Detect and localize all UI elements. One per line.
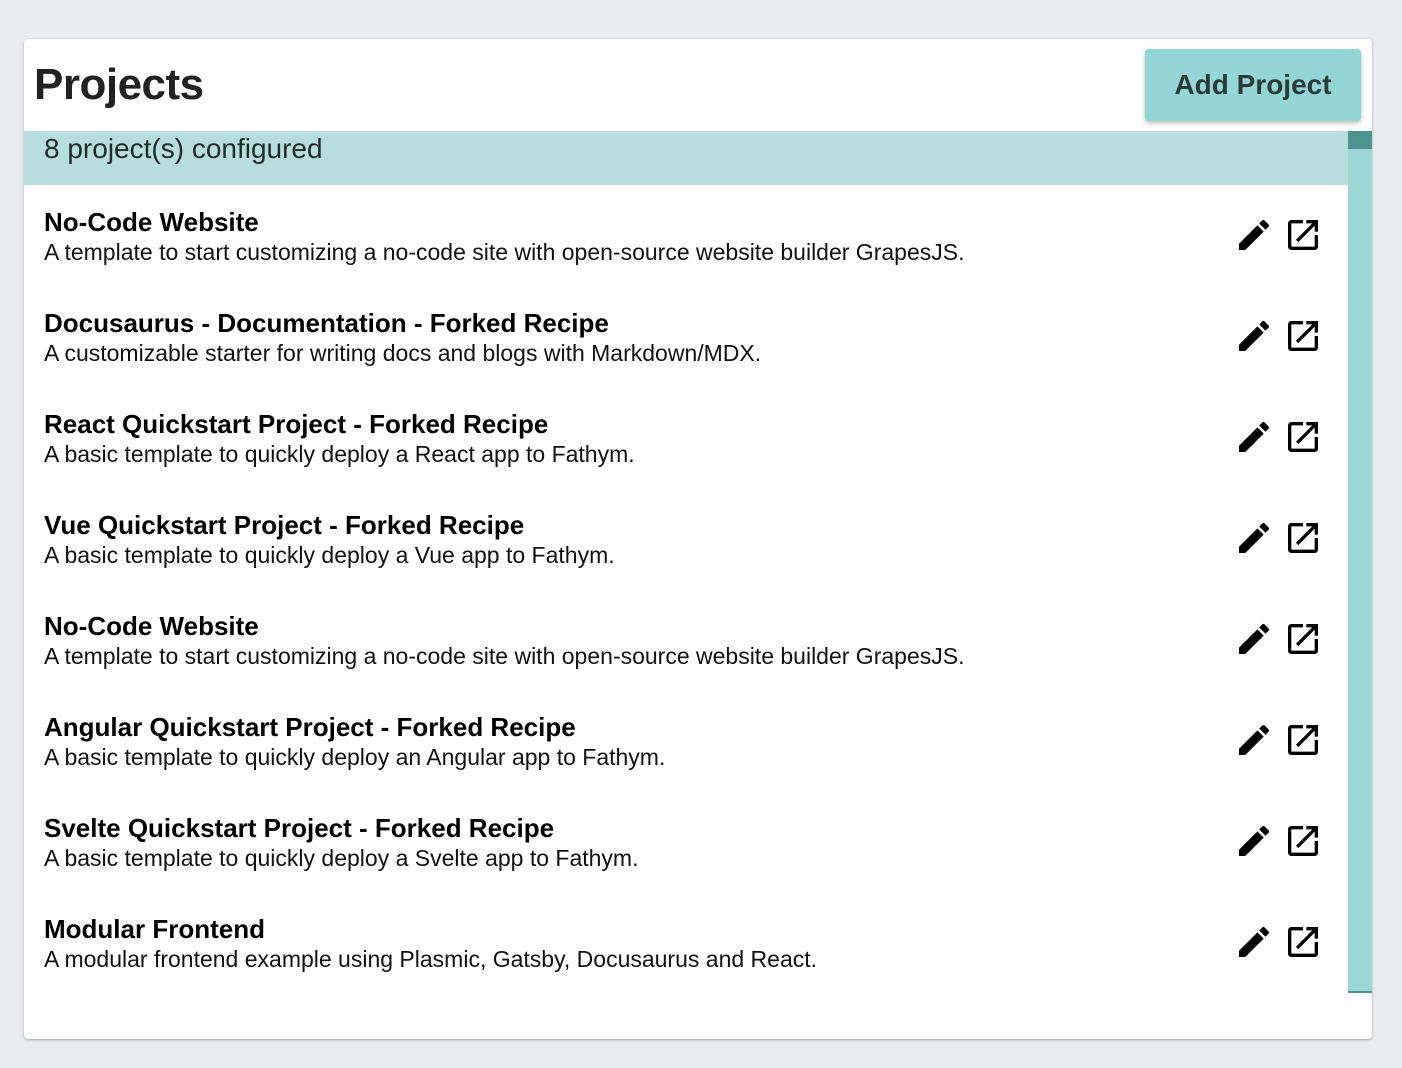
edit-project-button[interactable] xyxy=(1234,215,1274,255)
scrollbar-track[interactable] xyxy=(1348,131,1372,993)
edit-project-button[interactable] xyxy=(1234,922,1274,962)
pencil-icon xyxy=(1239,926,1270,957)
pencil-icon xyxy=(1239,724,1270,755)
project-list: No-Code Website A template to start cust… xyxy=(24,185,1348,993)
project-name: Docusaurus - Documentation - Forked Reci… xyxy=(44,308,609,338)
edit-project-button[interactable] xyxy=(1234,821,1274,861)
project-row: Svelte Quickstart Project - Forked Recip… xyxy=(24,791,1348,892)
open-project-button[interactable] xyxy=(1283,417,1323,457)
project-row: No-Code Website A template to start cust… xyxy=(24,185,1348,286)
project-row: Docusaurus - Documentation - Forked Reci… xyxy=(24,286,1348,387)
project-row: No-Code Website A template to start cust… xyxy=(24,589,1348,690)
open-project-button[interactable] xyxy=(1283,720,1323,760)
projects-card: Projects Add Project 8 project(s) config… xyxy=(24,39,1372,1039)
open-in-new-icon xyxy=(1288,321,1318,351)
edit-project-button[interactable] xyxy=(1234,417,1274,457)
project-count-text: 8 project(s) configured xyxy=(44,133,323,164)
open-project-button[interactable] xyxy=(1283,821,1323,861)
project-name: React Quickstart Project - Forked Recipe xyxy=(44,409,549,439)
project-description: A customizable starter for writing docs … xyxy=(44,340,762,366)
edit-project-button[interactable] xyxy=(1234,619,1274,659)
project-name: No-Code Website xyxy=(44,207,259,237)
open-in-new-icon xyxy=(1288,927,1318,957)
scrollbar-thumb[interactable] xyxy=(1348,131,1372,149)
project-description: A modular frontend example using Plasmic… xyxy=(44,946,818,972)
open-in-new-icon xyxy=(1288,725,1318,755)
project-name: No-Code Website xyxy=(44,611,259,641)
project-name: Svelte Quickstart Project - Forked Recip… xyxy=(44,813,555,843)
project-description: A template to start customizing a no-cod… xyxy=(44,643,965,669)
pencil-icon xyxy=(1239,320,1270,351)
project-row: Modular Frontend A modular frontend exam… xyxy=(24,892,1348,993)
open-project-button[interactable] xyxy=(1283,922,1323,962)
open-project-button[interactable] xyxy=(1283,518,1323,558)
project-description: A basic template to quickly deploy a Sve… xyxy=(44,845,639,871)
open-project-button[interactable] xyxy=(1283,215,1323,255)
pencil-icon xyxy=(1239,522,1270,553)
edit-project-button[interactable] xyxy=(1234,518,1274,558)
project-name: Angular Quickstart Project - Forked Reci… xyxy=(44,712,576,742)
open-in-new-icon xyxy=(1288,624,1318,654)
project-row: Vue Quickstart Project - Forked Recipe A… xyxy=(24,488,1348,589)
card-header: Projects Add Project xyxy=(24,39,1372,131)
project-description: A basic template to quickly deploy a Vue… xyxy=(44,542,615,568)
open-project-button[interactable] xyxy=(1283,619,1323,659)
edit-project-button[interactable] xyxy=(1234,316,1274,356)
open-in-new-icon xyxy=(1288,220,1318,250)
open-in-new-icon xyxy=(1288,422,1318,452)
pencil-icon xyxy=(1239,623,1270,654)
project-description: A basic template to quickly deploy an An… xyxy=(44,744,666,770)
page-title: Projects xyxy=(34,60,204,109)
project-description: A template to start customizing a no-cod… xyxy=(44,239,965,265)
add-project-button[interactable]: Add Project xyxy=(1145,49,1361,121)
edit-project-button[interactable] xyxy=(1234,720,1274,760)
project-row: Angular Quickstart Project - Forked Reci… xyxy=(24,690,1348,791)
pencil-icon xyxy=(1239,219,1270,250)
project-description: A basic template to quickly deploy a Rea… xyxy=(44,441,635,467)
pencil-icon xyxy=(1239,421,1270,452)
open-in-new-icon xyxy=(1288,826,1318,856)
project-name: Vue Quickstart Project - Forked Recipe xyxy=(44,510,525,540)
project-row: React Quickstart Project - Forked Recipe… xyxy=(24,387,1348,488)
open-in-new-icon xyxy=(1288,523,1318,553)
open-project-button[interactable] xyxy=(1283,316,1323,356)
pencil-icon xyxy=(1239,825,1270,856)
status-bar: 8 project(s) configured xyxy=(24,131,1348,185)
project-name: Modular Frontend xyxy=(44,914,265,944)
